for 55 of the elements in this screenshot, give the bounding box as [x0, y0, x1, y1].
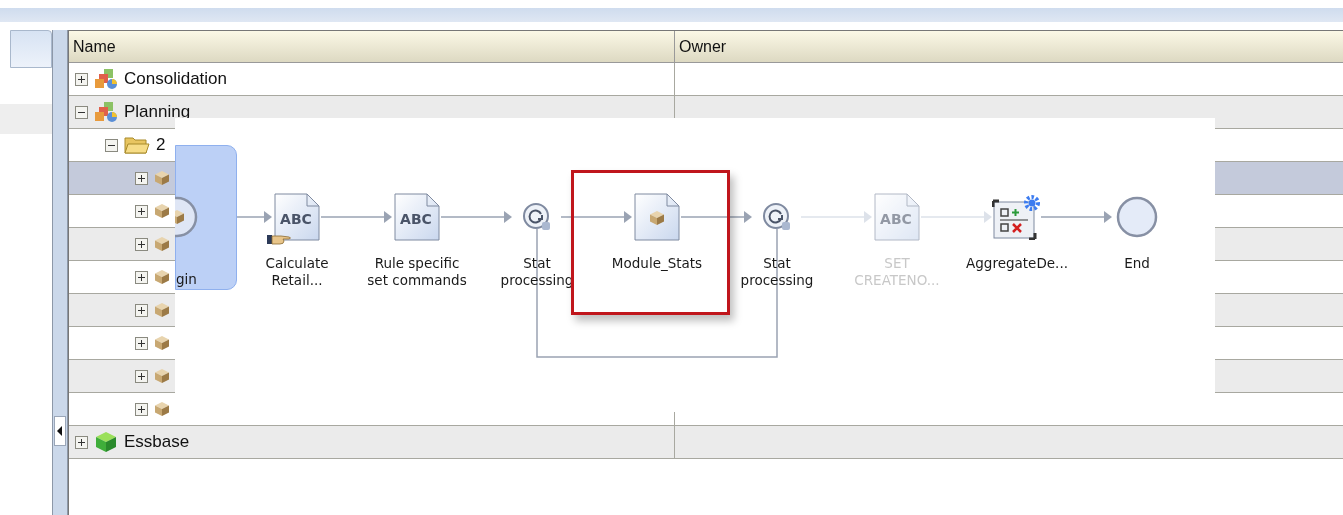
connector-arrow	[1041, 211, 1112, 223]
cube-icon	[154, 368, 170, 384]
cubes-icon	[94, 68, 118, 90]
node-label: Stat processing	[739, 255, 815, 289]
connector-arrow	[681, 211, 752, 223]
expand-icon[interactable]	[135, 303, 148, 317]
column-header[interactable]: Name	[69, 31, 675, 62]
node-label: End	[1123, 255, 1151, 272]
expand-icon[interactable]	[135, 171, 148, 185]
expand-icon[interactable]	[135, 237, 148, 251]
expand-icon[interactable]	[75, 72, 88, 86]
script-document-icon[interactable]: ABC	[394, 193, 440, 241]
connector-arrow	[921, 211, 992, 223]
connector-arrow	[321, 211, 392, 223]
column-header[interactable]: Owner	[675, 31, 1343, 62]
node-label: Stat processing	[499, 255, 575, 289]
cube-icon	[154, 401, 170, 417]
cube-icon	[154, 335, 170, 351]
node-label: AggregateDe...	[965, 255, 1069, 272]
node-label: Calculate Retail...	[264, 255, 330, 289]
cube-icon	[154, 203, 170, 219]
tree-item-label: Essbase	[124, 431, 190, 454]
expand-icon[interactable]	[135, 336, 148, 350]
expand-icon[interactable]	[135, 369, 148, 383]
tree-item-label: Consolidation	[124, 68, 227, 91]
tree-row[interactable]: Essbase	[69, 426, 1343, 459]
folder-icon	[124, 135, 150, 155]
tree-row[interactable]: Consolidation	[69, 63, 1343, 96]
script-document-icon[interactable]: ABC	[274, 193, 320, 241]
tree-item-label: Planning	[124, 101, 191, 124]
expand-icon[interactable]	[135, 204, 148, 218]
cube-icon	[154, 170, 170, 186]
loop-icon[interactable]	[762, 202, 792, 232]
connector-arrow	[441, 211, 512, 223]
node-label: Rule specific set commands	[366, 255, 468, 289]
node-label: Module_Stats	[610, 255, 704, 272]
module-document-icon[interactable]	[634, 193, 680, 241]
tree-item-label: 2	[156, 134, 166, 157]
collapse-icon[interactable]	[75, 105, 88, 119]
cubes-icon	[94, 101, 118, 123]
cube-icon	[154, 302, 170, 318]
expand-icon[interactable]	[75, 435, 88, 449]
end-circle-icon[interactable]	[1116, 196, 1158, 238]
connector-arrow	[237, 211, 272, 223]
cube-icon	[94, 431, 118, 453]
expand-icon[interactable]	[135, 402, 148, 416]
formula-gear-icon[interactable]	[992, 194, 1042, 240]
connector-arrow	[801, 211, 872, 223]
expand-icon[interactable]	[135, 270, 148, 284]
cube-icon	[154, 236, 170, 252]
node-label: gin	[176, 271, 197, 288]
loop-icon[interactable]	[522, 202, 552, 232]
cube-icon	[154, 269, 170, 285]
collapse-icon[interactable]	[105, 138, 118, 152]
connector-arrow	[561, 211, 632, 223]
